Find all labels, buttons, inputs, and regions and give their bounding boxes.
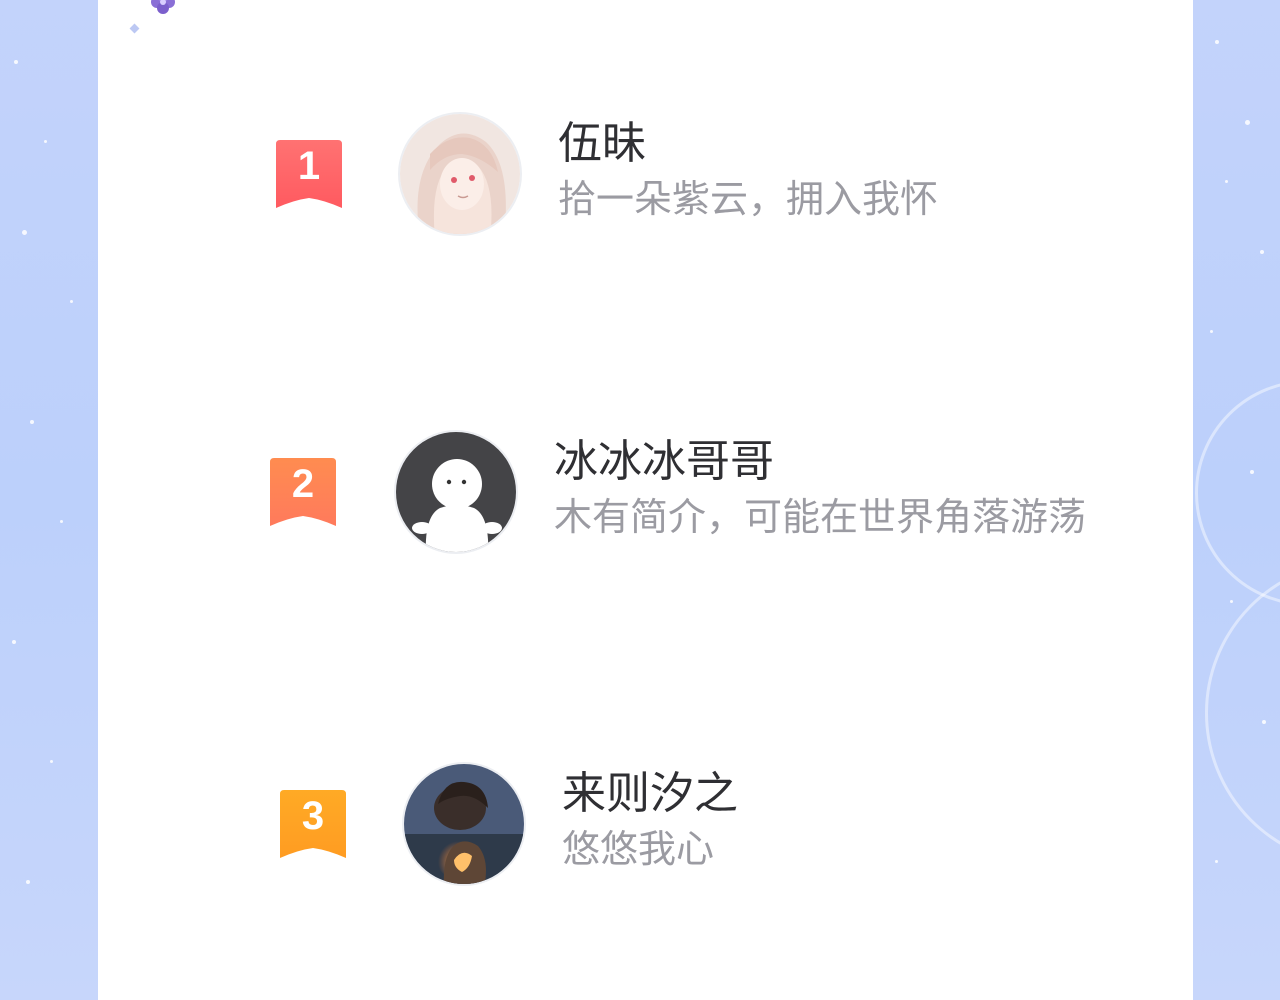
user-bio: 木有简介，可能在世界角落游荡	[554, 495, 1087, 539]
ranking-list-item[interactable]: 1 伍昧 拾一朵紫云，拥入我怀	[276, 112, 1076, 242]
avatar[interactable]	[402, 762, 526, 886]
flower-icon	[129, 0, 175, 34]
rank-badge: 1	[276, 140, 342, 210]
ranking-list-item[interactable]: 2 冰冰冰哥哥 木有简介，可能在世界角落游荡	[270, 430, 1190, 560]
user-name[interactable]: 冰冰冰哥哥	[554, 436, 774, 488]
avatar[interactable]	[398, 112, 522, 236]
avatar[interactable]	[394, 430, 518, 554]
ranking-list-item[interactable]: 3 来则汐之 悠悠我心	[280, 762, 1080, 892]
rank-badge: 2	[270, 458, 336, 528]
user-bio: 拾一朵紫云，拥入我怀	[558, 177, 939, 221]
user-name[interactable]: 伍昧	[558, 118, 646, 170]
user-bio: 悠悠我心	[562, 827, 715, 871]
rank-number: 2	[291, 462, 315, 506]
rank-number: 3	[301, 794, 325, 838]
rank-number: 1	[297, 144, 321, 188]
user-name[interactable]: 来则汐之	[562, 768, 738, 820]
rank-badge: 3	[280, 790, 346, 860]
ranking-panel: 1 伍昧 拾一朵紫云，拥入我怀 2 冰冰冰哥哥 木有简介，可能在世界角落游荡 3…	[98, 0, 1193, 1000]
